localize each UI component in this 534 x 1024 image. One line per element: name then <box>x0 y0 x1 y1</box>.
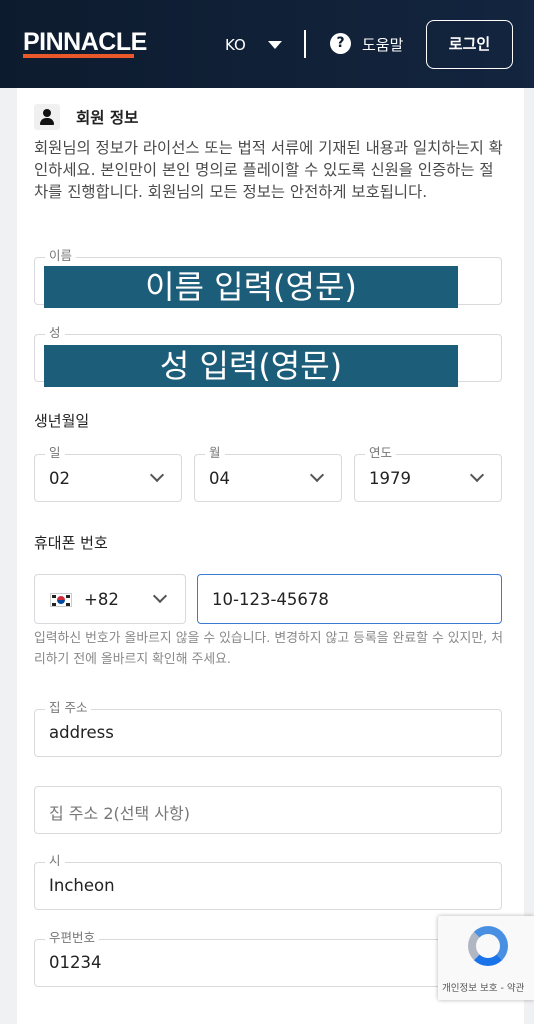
phone-number-value: 10-123-45678 <box>212 590 329 609</box>
country-code-select[interactable]: +82 <box>34 574 186 624</box>
address2-placeholder: 집 주소 2(선택 사항) <box>49 804 190 823</box>
month-label: 월 <box>205 445 225 461</box>
year-value: 1979 <box>369 469 411 488</box>
phone-number-input[interactable]: 10-123-45678 <box>197 574 502 624</box>
city-value: Incheon <box>49 876 115 895</box>
month-value: 04 <box>209 469 230 488</box>
help-link[interactable]: 도움말 <box>362 34 403 55</box>
chevron-down-icon <box>469 467 485 483</box>
day-select[interactable]: 일 02 <box>34 445 182 502</box>
month-select[interactable]: 월 04 <box>194 445 342 502</box>
day-value: 02 <box>49 469 70 488</box>
recaptcha-links[interactable]: 개인정보 보호 - 약관 <box>442 980 524 994</box>
chevron-down-icon <box>309 467 325 483</box>
year-select[interactable]: 연도 1979 <box>354 445 502 502</box>
korea-flag-icon <box>50 593 72 607</box>
login-button[interactable]: 로그인 <box>426 20 513 69</box>
chevron-down-icon <box>149 467 165 483</box>
birthdate-label: 생년월일 <box>34 412 90 430</box>
last-name-redaction: 성 입력(영문) <box>44 345 458 387</box>
top-header: PINNACLE KO ? 도움말 로그인 <box>0 0 534 88</box>
address2-input[interactable]: 집 주소 2(선택 사항) <box>34 786 502 834</box>
day-label: 일 <box>45 445 65 461</box>
help-icon[interactable]: ? <box>330 33 351 54</box>
caret-down-icon[interactable] <box>268 41 282 49</box>
address-input[interactable]: 집 주소 address <box>34 700 502 757</box>
first-name-redaction: 이름 입력(영문) <box>44 266 458 308</box>
phone-hint-text: 입력하신 번호가 올바르지 않을 수 있습니다. 변경하지 않고 등록을 완료할… <box>34 631 504 667</box>
pinnacle-logo[interactable]: PINNACLE <box>23 28 147 56</box>
city-label: 시 <box>45 853 65 869</box>
address-label: 집 주소 <box>45 700 92 716</box>
chevron-down-icon <box>152 588 168 604</box>
recaptcha-icon <box>468 926 508 966</box>
first-name-label: 이름 <box>45 248 77 264</box>
language-selector[interactable]: KO <box>225 36 246 54</box>
header-divider <box>304 30 306 58</box>
city-input[interactable]: 시 Incheon <box>34 853 502 910</box>
postcode-value: 01234 <box>49 953 102 972</box>
address-value: address <box>49 723 114 742</box>
section-title: 회원 정보 <box>76 109 139 127</box>
country-code-value: +82 <box>84 590 119 609</box>
postcode-input[interactable]: 우편번호 01234 <box>34 930 502 987</box>
last-name-label: 성 <box>45 325 65 341</box>
recaptcha-badge[interactable]: 개인정보 보호 - 약관 <box>438 916 534 1000</box>
year-label: 연도 <box>365 445 397 461</box>
logo-underline <box>23 54 134 58</box>
phone-label: 휴대폰 번호 <box>34 534 108 552</box>
user-icon <box>34 104 60 130</box>
section-description: 회원님의 정보가 라이선스 또는 법적 서류에 기재된 내용과 일치하는지 확인… <box>34 139 503 201</box>
postcode-label: 우편번호 <box>45 930 100 946</box>
